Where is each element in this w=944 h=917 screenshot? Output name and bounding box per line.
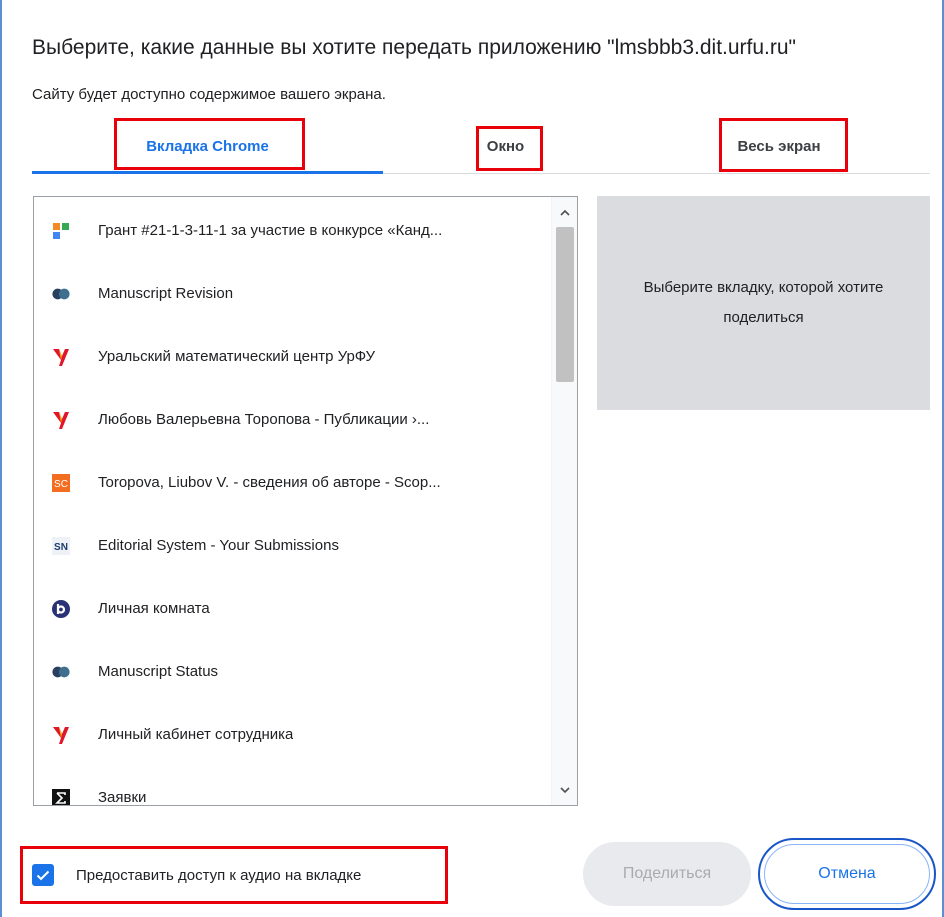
cancel-button-label: Отмена [764,844,930,904]
share-audio-option[interactable]: Предоставить доступ к аудио на вкладке [20,846,448,904]
tab-list-item-label: Editorial System - Your Submissions [98,537,339,554]
preview-placeholder-text: Выберите вкладку, которой хотите поделит… [643,279,884,326]
tab-chrome-tab-label: Вкладка Chrome [146,137,269,155]
urfu-favicon-icon [52,726,70,744]
tab-list-item-label: Личная комната [98,600,210,617]
tab-list-item-label: Заявки [98,789,147,806]
tab-entire-screen[interactable]: Весь экран [628,118,930,174]
urfu-favicon-icon [52,411,70,429]
share-audio-checkbox[interactable] [32,864,54,886]
tab-list-item[interactable]: Грант #21-1-3-11-1 за участие в конкурсе… [34,199,552,262]
springer-favicon-icon: SN [52,536,70,555]
manuscript-favicon-icon [52,285,70,303]
dialog-subtitle: Сайту будет доступно содержимое вашего э… [32,86,386,103]
grant-favicon-icon [52,222,70,240]
window-border-left [0,0,2,917]
manuscript-favicon-icon [52,663,70,681]
tab-list-item[interactable]: SC Toropova, Liubov V. - сведения об авт… [34,451,552,514]
sigma-favicon-icon [52,788,70,805]
tab-chrome-tab[interactable]: Вкладка Chrome [32,118,383,174]
tab-list-item[interactable]: Личная комната [34,577,552,640]
svg-text:SC: SC [54,479,68,490]
scroll-up-arrow-icon[interactable] [552,201,577,223]
tab-list-item[interactable]: SN Editorial System - Your Submissions [34,514,552,577]
dialog-title: Выберите, какие данные вы хотите передат… [32,36,797,59]
chrome-tab-list[interactable]: Грант #21-1-3-11-1 за участие в конкурсе… [33,196,578,806]
tab-list-item-label: Manuscript Revision [98,285,234,302]
share-audio-label: Предоставить доступ к аудио на вкладке [76,866,362,884]
tab-list-item-label: Toropova, Liubov V. - сведения об авторе… [98,474,441,491]
tab-list-item[interactable]: Manuscript Revision [34,262,552,325]
tab-list-item[interactable]: Любовь Валерьевна Торопова - Публикации … [34,388,552,451]
source-tabs: Вкладка Chrome Окно Весь экран [32,118,930,174]
scrollbar-thumb[interactable] [556,227,574,382]
tab-entire-screen-label: Весь экран [737,137,821,155]
tab-list-item-label: Manuscript Status [98,663,219,680]
tab-list-scrollbar[interactable] [551,197,577,805]
tab-window-label: Окно [486,137,525,155]
svg-text:SN: SN [54,542,68,553]
cancel-button[interactable]: Отмена [758,838,936,910]
scopus-favicon-icon: SC [52,473,70,492]
tab-list-item-label: Любовь Валерьевна Торопова - Публикации … [98,411,430,428]
share-preview-pane: Выберите вкладку, которой хотите поделит… [597,196,930,410]
bbb-favicon-icon [52,599,70,618]
urfu-favicon-icon [52,348,70,366]
tab-list-item-label: Грант #21-1-3-11-1 за участие в конкурсе… [98,222,443,239]
tab-active-indicator [32,171,383,174]
tab-window[interactable]: Окно [383,118,628,174]
tab-list-item-label: Уральский математический центр УрФУ [98,348,376,365]
tab-list-item-label: Личный кабинет сотрудника [98,726,294,743]
checkmark-icon [36,870,50,880]
share-button[interactable]: Поделиться [583,842,751,906]
tab-list-item[interactable]: Уральский математический центр УрФУ [34,325,552,388]
tab-list-item[interactable]: Заявки [34,766,552,806]
tab-list-item[interactable]: Личный кабинет сотрудника [34,703,552,766]
scroll-down-arrow-icon[interactable] [552,779,577,801]
tab-list-item[interactable]: Manuscript Status [34,640,552,703]
